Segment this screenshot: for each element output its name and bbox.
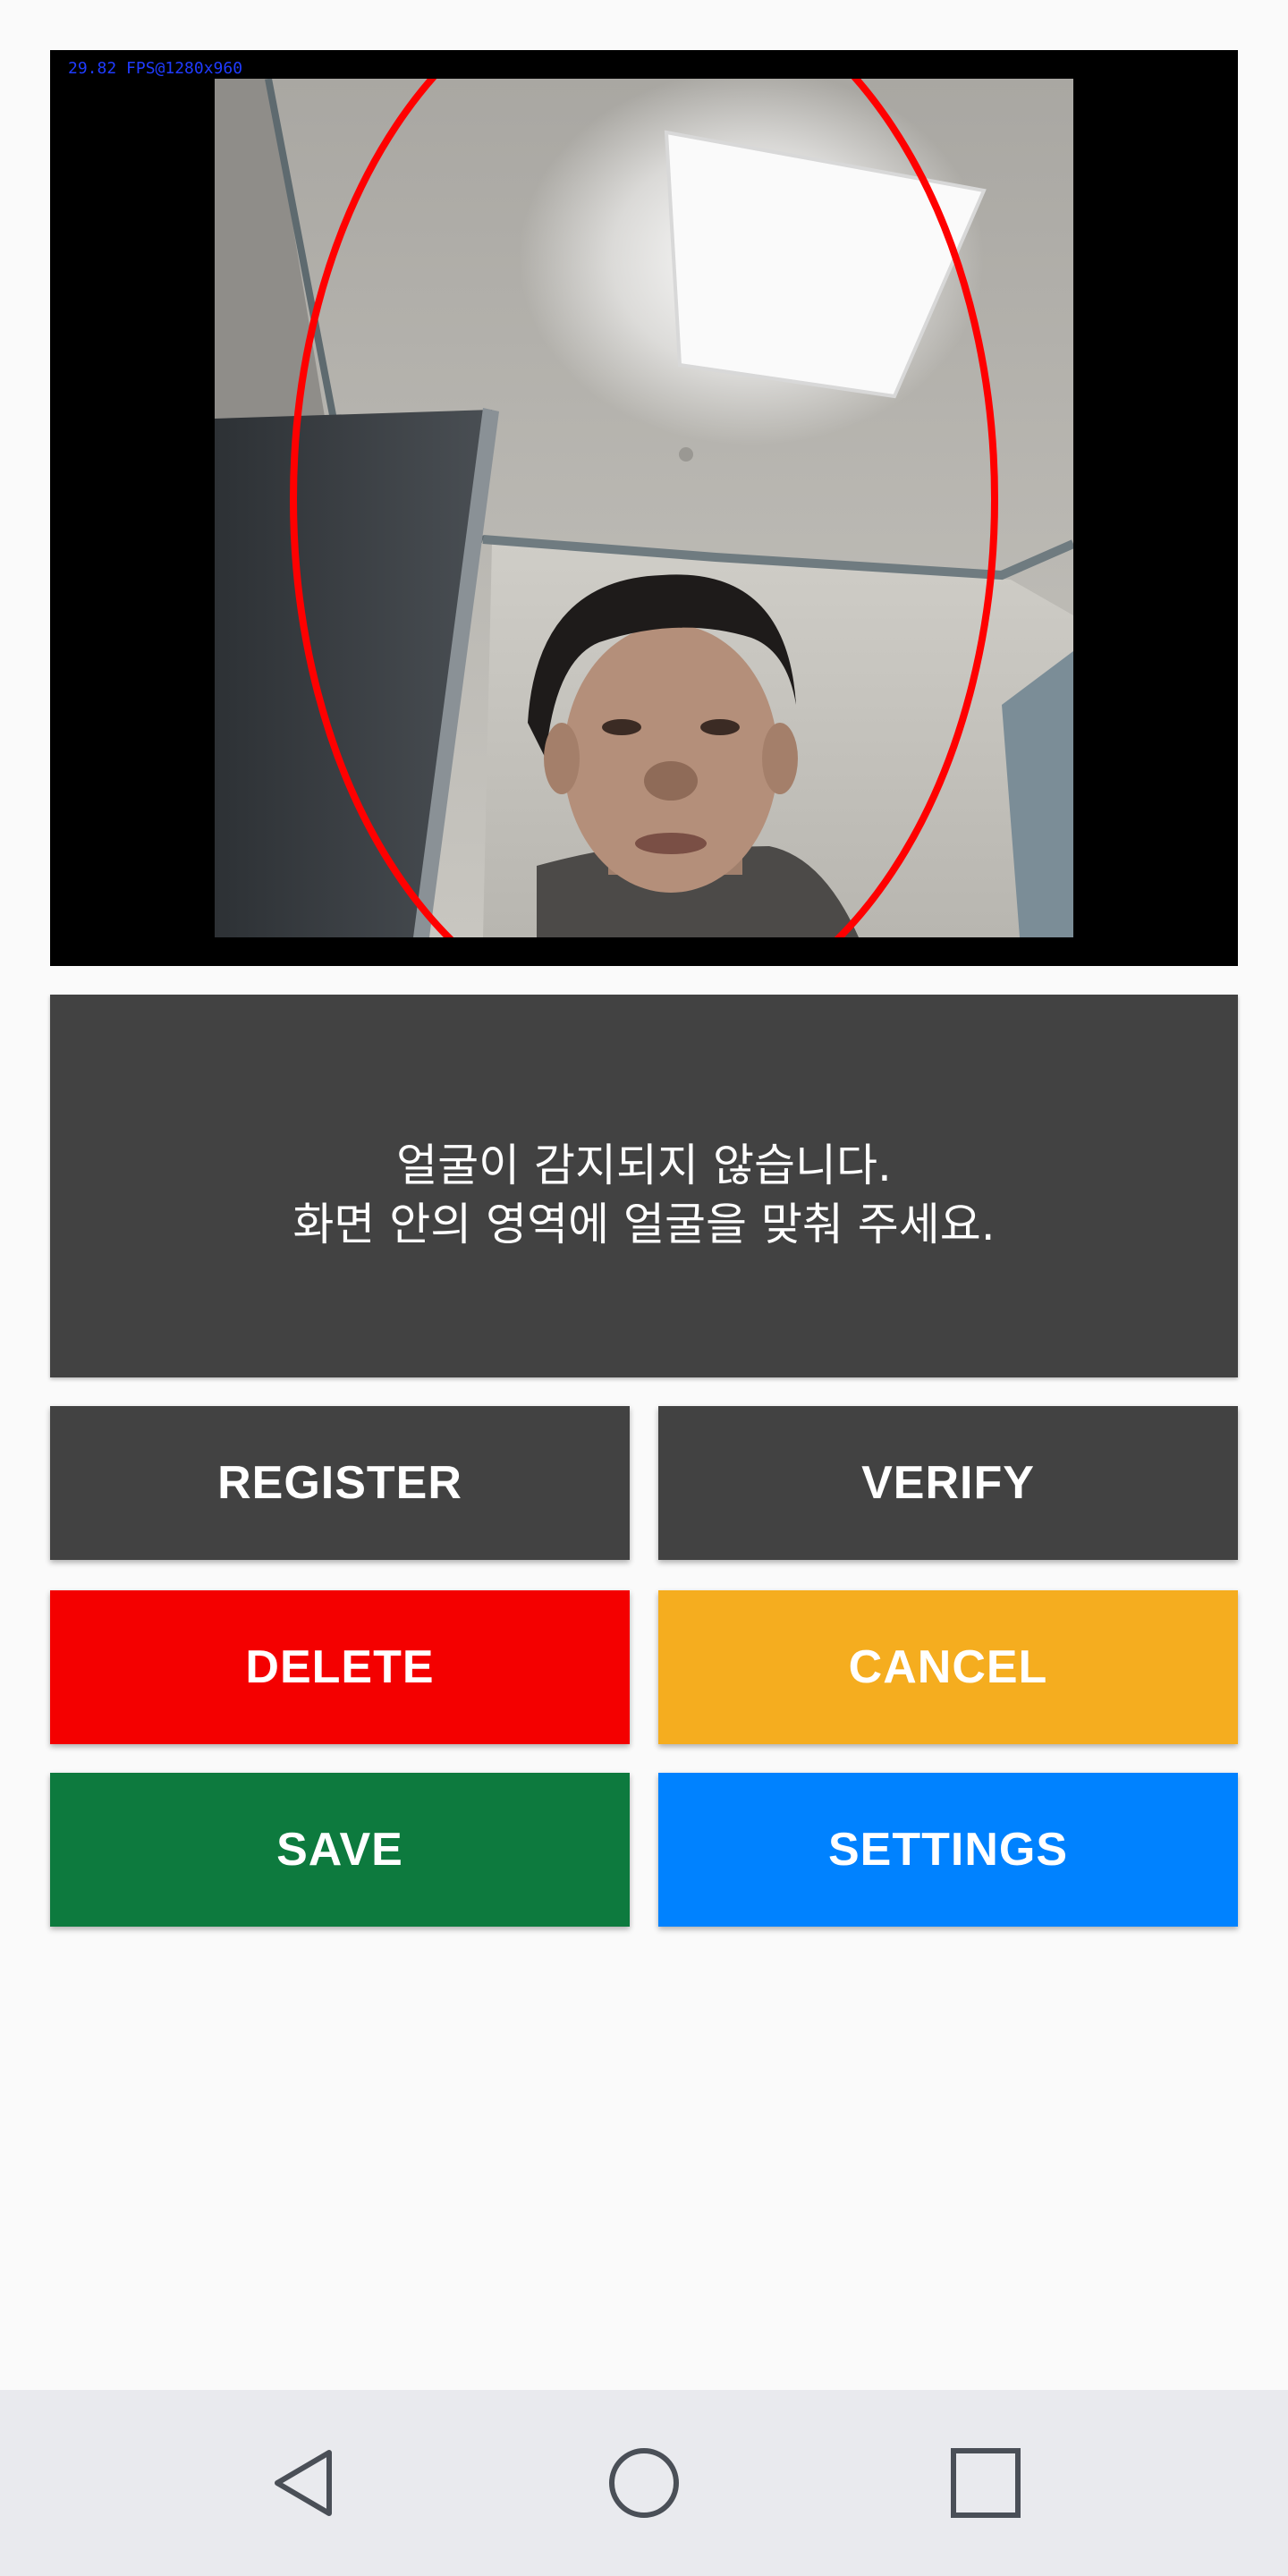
status-message-panel: 얼굴이 감지되지 않습니다. 화면 안의 영역에 얼굴을 맞춰 주세요.: [50, 995, 1238, 1377]
cancel-button[interactable]: CANCEL: [658, 1590, 1238, 1744]
home-icon: [609, 2448, 679, 2518]
nav-back-button[interactable]: [234, 2411, 377, 2555]
delete-button[interactable]: DELETE: [50, 1590, 630, 1744]
camera-preview: 29.82 FPS@1280x960: [50, 50, 1238, 966]
register-button[interactable]: REGISTER: [50, 1406, 630, 1560]
system-navigation-bar: [0, 2390, 1288, 2576]
nav-home-button[interactable]: [572, 2411, 716, 2555]
verify-button[interactable]: VERIFY: [658, 1406, 1238, 1560]
save-button[interactable]: SAVE: [50, 1773, 630, 1927]
camera-image: [215, 79, 1073, 937]
back-icon: [275, 2450, 332, 2516]
settings-button[interactable]: SETTINGS: [658, 1773, 1238, 1927]
camera-frame: [215, 79, 1073, 937]
nav-recents-button[interactable]: [914, 2411, 1057, 2555]
recents-icon: [951, 2448, 1021, 2518]
status-message: 얼굴이 감지되지 않습니다. 화면 안의 영역에 얼굴을 맞춰 주세요.: [292, 1136, 995, 1254]
face-auth-screen: 29.82 FPS@1280x960 얼굴이 감지되지 않습니다. 화면 안의 …: [0, 0, 1288, 2576]
fps-overlay: 29.82 FPS@1280x960: [68, 59, 243, 78]
status-message-line-2: 화면 안의 영역에 얼굴을 맞춰 주세요.: [292, 1199, 996, 1250]
status-message-line-1: 얼굴이 감지되지 않습니다.: [396, 1140, 892, 1191]
